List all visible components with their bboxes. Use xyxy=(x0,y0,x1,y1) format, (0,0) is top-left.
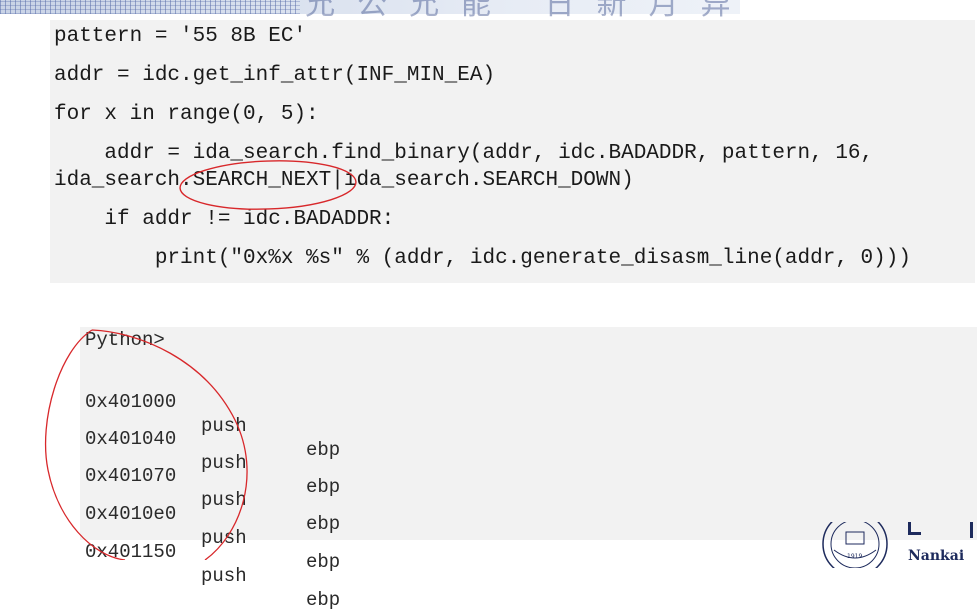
seal-year: 1919 xyxy=(847,553,862,560)
code-line-for-loop: for x in range(0, 5): xyxy=(54,103,319,126)
output-operand: ebp xyxy=(306,589,341,611)
logo-text: Nankai xyxy=(908,548,965,564)
output-mnemonic: push xyxy=(201,565,247,587)
output-operand: ebp xyxy=(306,513,341,535)
code-line-search-flags: ida_search.SEARCH_NEXT|ida_search.SEARCH… xyxy=(54,169,634,192)
logo-chinese-mark-2 xyxy=(970,522,977,538)
code-line-print: print("0x%x %s" % (addr, idc.generate_di… xyxy=(54,247,911,270)
banner-motto: 允公允能 日新月异 xyxy=(305,0,753,22)
output-prompt: Python> xyxy=(85,329,165,351)
banner-building-graphic xyxy=(0,0,300,14)
output-mnemonic: push xyxy=(201,527,247,549)
code-line-find-binary: addr = ida_search.find_binary(addr, idc.… xyxy=(54,142,874,165)
university-seal-icon: 1919 xyxy=(822,522,888,568)
code-line-pattern: pattern = '55 8B EC' xyxy=(54,25,307,48)
output-operand: ebp xyxy=(306,439,341,461)
output-mnemonic: push xyxy=(201,452,247,474)
output-address: 0x401150 xyxy=(85,541,177,563)
output-row: 0x401150 push ebp xyxy=(85,516,340,612)
output-operand: ebp xyxy=(306,551,341,573)
output-mnemonic: push xyxy=(201,415,247,437)
code-line-addr-init: addr = idc.get_inf_attr(INF_MIN_EA) xyxy=(54,64,496,87)
logo-chinese-mark xyxy=(908,522,921,535)
output-mnemonic: push xyxy=(201,489,247,511)
code-line-if-check: if addr != idc.BADADDR: xyxy=(54,208,395,231)
output-operand: ebp xyxy=(306,476,341,498)
nankai-logo: 1919 Nankai xyxy=(822,522,977,568)
top-banner: 允公允能 日新月异 xyxy=(0,0,740,20)
